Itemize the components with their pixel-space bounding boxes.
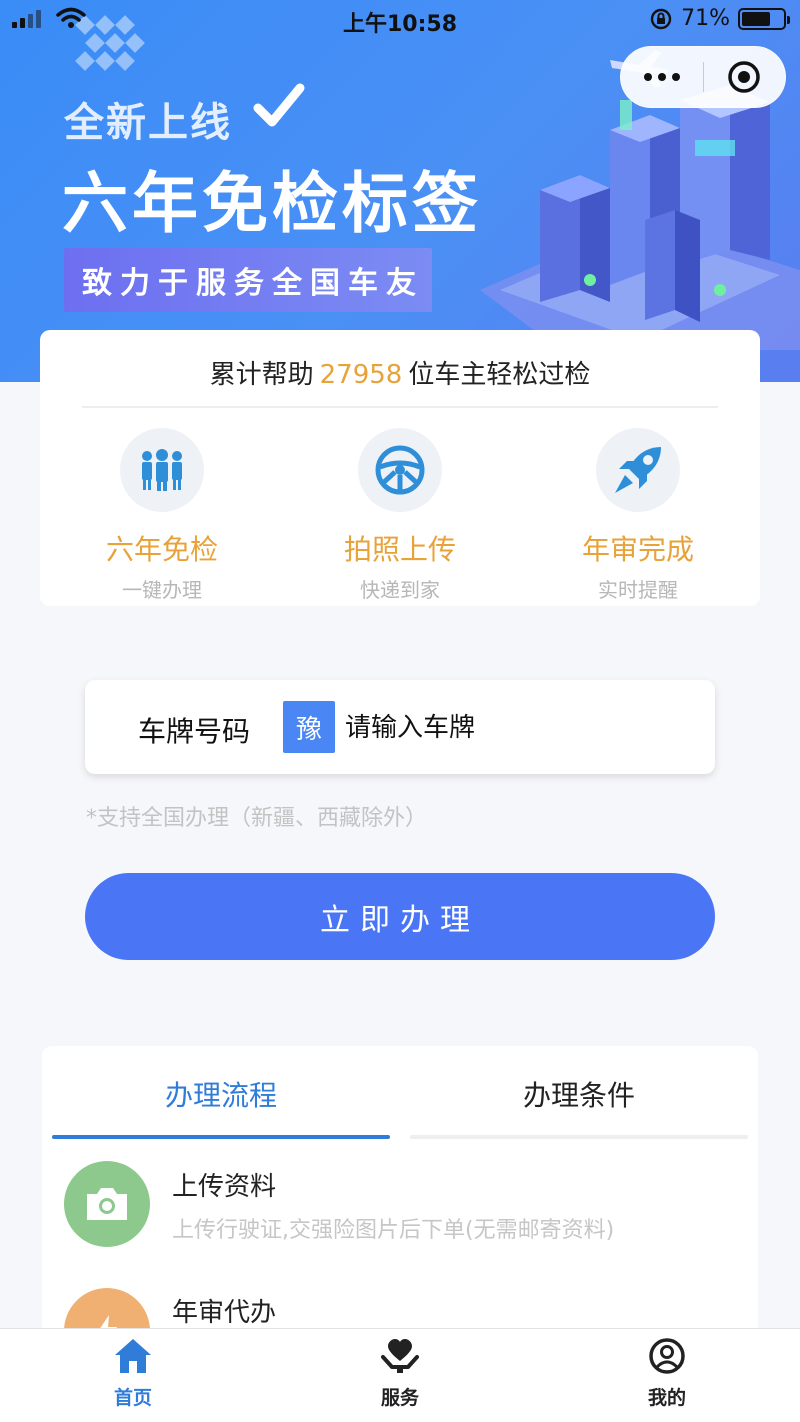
people-group-icon (120, 428, 204, 512)
tab-conditions-indicator (410, 1135, 748, 1139)
rocket-icon (596, 428, 680, 512)
plate-label: 车牌号码 (138, 715, 251, 748)
camera-icon (64, 1161, 150, 1247)
hero-tagline: 致力于服务全国车友 (64, 248, 432, 312)
stats-prefix: 累计帮助 (209, 360, 314, 390)
stats-line: 累计帮助 27958 位车主轻松过检 (0, 354, 800, 391)
feature-subtitle: 一键办理 (122, 578, 202, 602)
status-bar: 上午10:58 71% (0, 0, 800, 40)
province-selector[interactable]: 豫 (283, 701, 335, 753)
steering-wheel-icon (358, 428, 442, 512)
submit-button[interactable]: 立即办理 (85, 873, 715, 960)
tabbar-label: 服务 (380, 1387, 419, 1409)
step-title: 上传资料 (172, 1172, 277, 1202)
bottom-tab-bar: 首页 服务 我的 (0, 1328, 800, 1422)
stats-divider (82, 406, 718, 408)
feature-annual-review[interactable]: 年审完成 实时提醒 (538, 428, 738, 603)
battery-icon (738, 7, 790, 30)
tabbar-label: 我的 (647, 1387, 686, 1409)
tabbar-service[interactable]: 服务 (320, 1337, 480, 1410)
support-note: *支持全国办理（新疆、西藏除外） (86, 806, 428, 831)
service-heart-icon (381, 1339, 419, 1373)
more-dots-icon[interactable] (621, 73, 703, 81)
home-icon (115, 1339, 151, 1373)
feature-six-year[interactable]: 六年免检 一键办理 (62, 428, 262, 603)
target-icon[interactable] (704, 59, 786, 95)
hero-tagline-text: 致力于服务全国车友 (82, 266, 424, 301)
mini-program-capsule (620, 46, 786, 108)
stats-count: 27958 (319, 360, 403, 390)
step-desc: 上传行驶证,交强险图片后下单(无需邮寄资料) (172, 1218, 615, 1243)
tab-process[interactable]: 办理流程 (52, 1074, 390, 1114)
step-title: 年审代办 (172, 1298, 277, 1328)
feature-title: 拍照上传 (343, 533, 456, 566)
tab-conditions[interactable]: 办理条件 (410, 1074, 748, 1114)
tab-process-indicator (52, 1135, 390, 1139)
user-icon (649, 1338, 685, 1374)
hero-subtitle: 全新上线 (64, 100, 232, 146)
rotation-lock-icon (650, 8, 672, 29)
battery-percent: 71% (681, 6, 730, 31)
hero-title: 六年免检标签 (62, 165, 482, 242)
check-icon (253, 83, 305, 127)
stats-suffix: 位车主轻松过检 (408, 360, 591, 390)
feature-title: 六年免检 (105, 533, 218, 566)
tabbar-mine[interactable]: 我的 (587, 1337, 747, 1410)
feature-title: 年审完成 (581, 533, 694, 566)
tabbar-home[interactable]: 首页 (53, 1337, 213, 1410)
battery-fill (742, 11, 771, 26)
feature-subtitle: 快递到家 (360, 578, 440, 602)
plate-number-input[interactable] (345, 708, 685, 748)
feature-photo-upload[interactable]: 拍照上传 快递到家 (300, 428, 500, 603)
tabbar-label: 首页 (113, 1387, 152, 1409)
feature-subtitle: 实时提醒 (598, 578, 678, 602)
